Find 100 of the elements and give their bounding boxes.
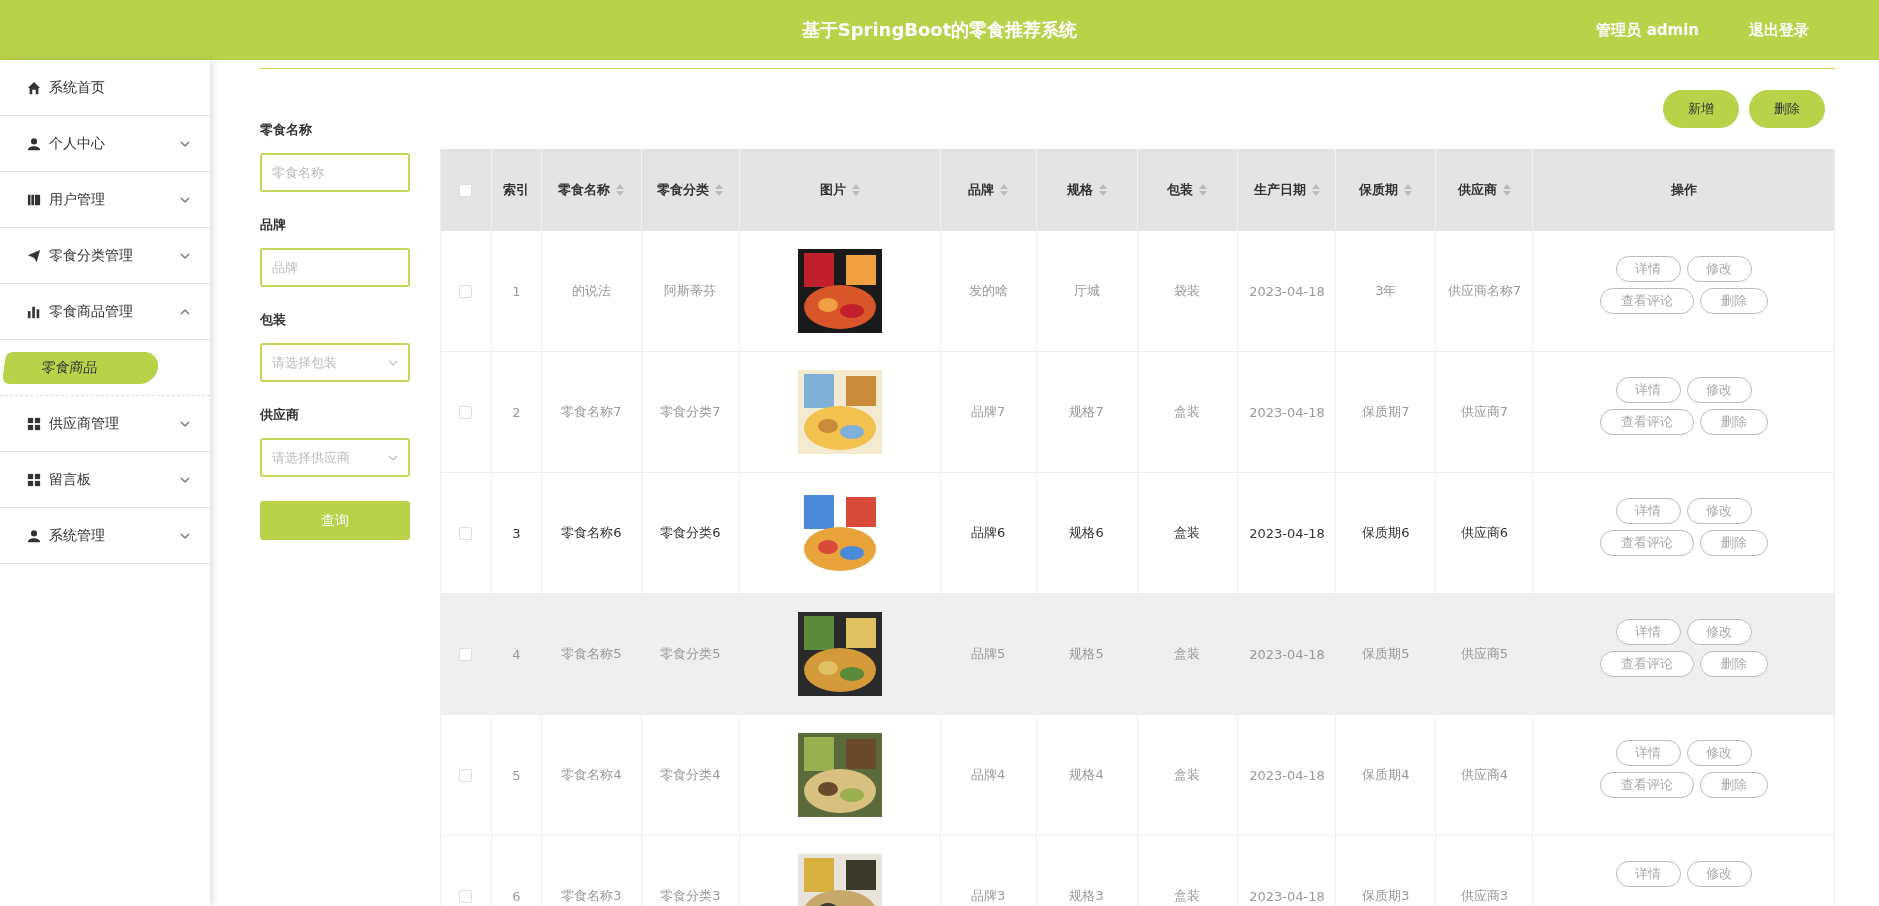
table-cell: 1: [512, 283, 521, 299]
action-button[interactable]: 删除: [1699, 288, 1768, 314]
action-button[interactable]: 详情: [1615, 619, 1681, 645]
chevron-up-icon: [180, 308, 190, 315]
action-button[interactable]: 修改: [1686, 256, 1752, 282]
action-button[interactable]: 查看评论: [1599, 288, 1694, 314]
table-cell: 阿斯蒂芬: [664, 282, 717, 300]
table-cell: 2023-04-18: [1249, 646, 1325, 662]
chevron-down-icon: [388, 454, 398, 461]
checkbox[interactable]: [459, 889, 473, 903]
column-header: 生产日期: [1253, 181, 1306, 199]
action-button[interactable]: 查看评论: [1599, 651, 1694, 677]
submenu-item[interactable]: 零食商品: [1, 351, 161, 384]
home-icon: [27, 80, 41, 95]
column-header: 索引: [503, 181, 530, 199]
chevron-down-icon: [388, 359, 398, 366]
menu-item[interactable]: 零食分类管理: [0, 228, 210, 284]
checkbox[interactable]: [459, 183, 473, 197]
menu-label: 系统首页: [49, 78, 106, 97]
menu-label: 零食商品管理: [49, 302, 134, 321]
action-button[interactable]: 修改: [1686, 498, 1752, 524]
action-button[interactable]: 详情: [1615, 861, 1681, 887]
menu-item[interactable]: 留言板: [0, 452, 210, 508]
table-cell: 2: [512, 404, 521, 420]
action-button[interactable]: 查看评论: [1599, 772, 1694, 798]
menu-label: 用户管理: [49, 190, 106, 209]
checkbox[interactable]: [459, 647, 473, 661]
input-field[interactable]: 零食名称: [260, 153, 410, 192]
table-cell: 3: [512, 525, 521, 541]
action-button[interactable]: 详情: [1615, 377, 1681, 403]
table-cell: 袋装: [1174, 282, 1201, 300]
filter-label: 品牌: [260, 216, 287, 234]
menu-item[interactable]: 系统首页: [0, 60, 210, 116]
sort-icon[interactable]: [616, 184, 625, 196]
menu-item[interactable]: 用户管理: [0, 172, 210, 228]
sort-icon[interactable]: [715, 184, 724, 196]
checkbox[interactable]: [459, 526, 473, 540]
checkbox[interactable]: [459, 284, 473, 298]
input-field[interactable]: 品牌: [260, 248, 410, 287]
action-button[interactable]: 详情: [1615, 498, 1681, 524]
action-button[interactable]: 删除: [1699, 772, 1768, 798]
toolbar-button[interactable]: 删除: [1749, 90, 1825, 128]
menu-label: 零食分类管理: [49, 246, 134, 265]
app-title: 基于SpringBoot的零食推荐系统: [801, 18, 1078, 42]
action-button[interactable]: 删除: [1699, 651, 1768, 677]
sort-icon[interactable]: [1098, 184, 1107, 196]
table-cell: 2023-04-18: [1249, 404, 1325, 420]
filter-label: 零食名称: [260, 121, 313, 139]
action-button[interactable]: 修改: [1686, 740, 1752, 766]
table-cell: 规格7: [1069, 403, 1104, 421]
select-field[interactable]: 请选择供应商: [260, 438, 410, 477]
chevron-down-icon: [180, 140, 190, 147]
table-cell: 零食名称3: [561, 887, 622, 905]
menu-item[interactable]: 供应商管理: [0, 396, 210, 452]
action-button[interactable]: 详情: [1615, 740, 1681, 766]
sort-icon[interactable]: [1311, 184, 1320, 196]
query-button[interactable]: 查询: [260, 501, 410, 540]
table-cell: 3年: [1375, 282, 1397, 300]
table-cell: 供应商6: [1460, 524, 1508, 542]
checkbox[interactable]: [459, 405, 473, 419]
logout-link[interactable]: 退出登录: [1749, 20, 1809, 40]
table-cell: 零食名称6: [561, 524, 622, 542]
select-field[interactable]: 请选择包装: [260, 343, 410, 382]
table-cell: 零食分类4: [660, 766, 721, 784]
user-label: 管理员 admin: [1596, 20, 1699, 40]
table-cell: 保质期5: [1362, 645, 1410, 663]
user-icon: [27, 528, 41, 543]
sort-icon[interactable]: [1199, 184, 1208, 196]
checkbox[interactable]: [459, 768, 473, 782]
table-cell: 规格5: [1069, 645, 1104, 663]
action-button[interactable]: 查看评论: [1599, 409, 1694, 435]
action-button[interactable]: 修改: [1686, 377, 1752, 403]
menu-item[interactable]: 零食商品管理: [0, 284, 210, 340]
table-cell: 供应商3: [1460, 887, 1508, 905]
table-cell: 品牌7: [971, 403, 1006, 421]
sort-icon[interactable]: [1000, 184, 1009, 196]
table-cell: 保质期7: [1362, 403, 1410, 421]
action-button[interactable]: 修改: [1686, 619, 1752, 645]
table-cell: 零食分类3: [660, 887, 721, 905]
sort-icon[interactable]: [1404, 184, 1413, 196]
toolbar-button[interactable]: 新增: [1663, 90, 1739, 128]
column-header: 操作: [1670, 181, 1697, 199]
action-button[interactable]: 修改: [1686, 861, 1752, 887]
menu-item[interactable]: 个人中心: [0, 116, 210, 172]
action-button[interactable]: 删除: [1699, 409, 1768, 435]
table-cell: 盒装: [1174, 887, 1201, 905]
table-cell: 2023-04-18: [1249, 283, 1325, 299]
sort-icon[interactable]: [1502, 184, 1511, 196]
table-cell: 2023-04-18: [1249, 888, 1325, 904]
action-button[interactable]: 详情: [1615, 256, 1681, 282]
sort-icon[interactable]: [851, 184, 860, 196]
table-cell: 厅城: [1073, 282, 1100, 300]
menu-item[interactable]: 系统管理: [0, 508, 210, 564]
filter-label: 供应商: [260, 406, 300, 424]
column-header: 保质期: [1359, 181, 1399, 199]
menu-label: 系统管理: [49, 526, 106, 545]
chevron-down-icon: [180, 476, 190, 483]
action-button[interactable]: 删除: [1699, 530, 1768, 556]
action-button[interactable]: 查看评论: [1599, 530, 1694, 556]
column-header: 品牌: [968, 181, 995, 199]
